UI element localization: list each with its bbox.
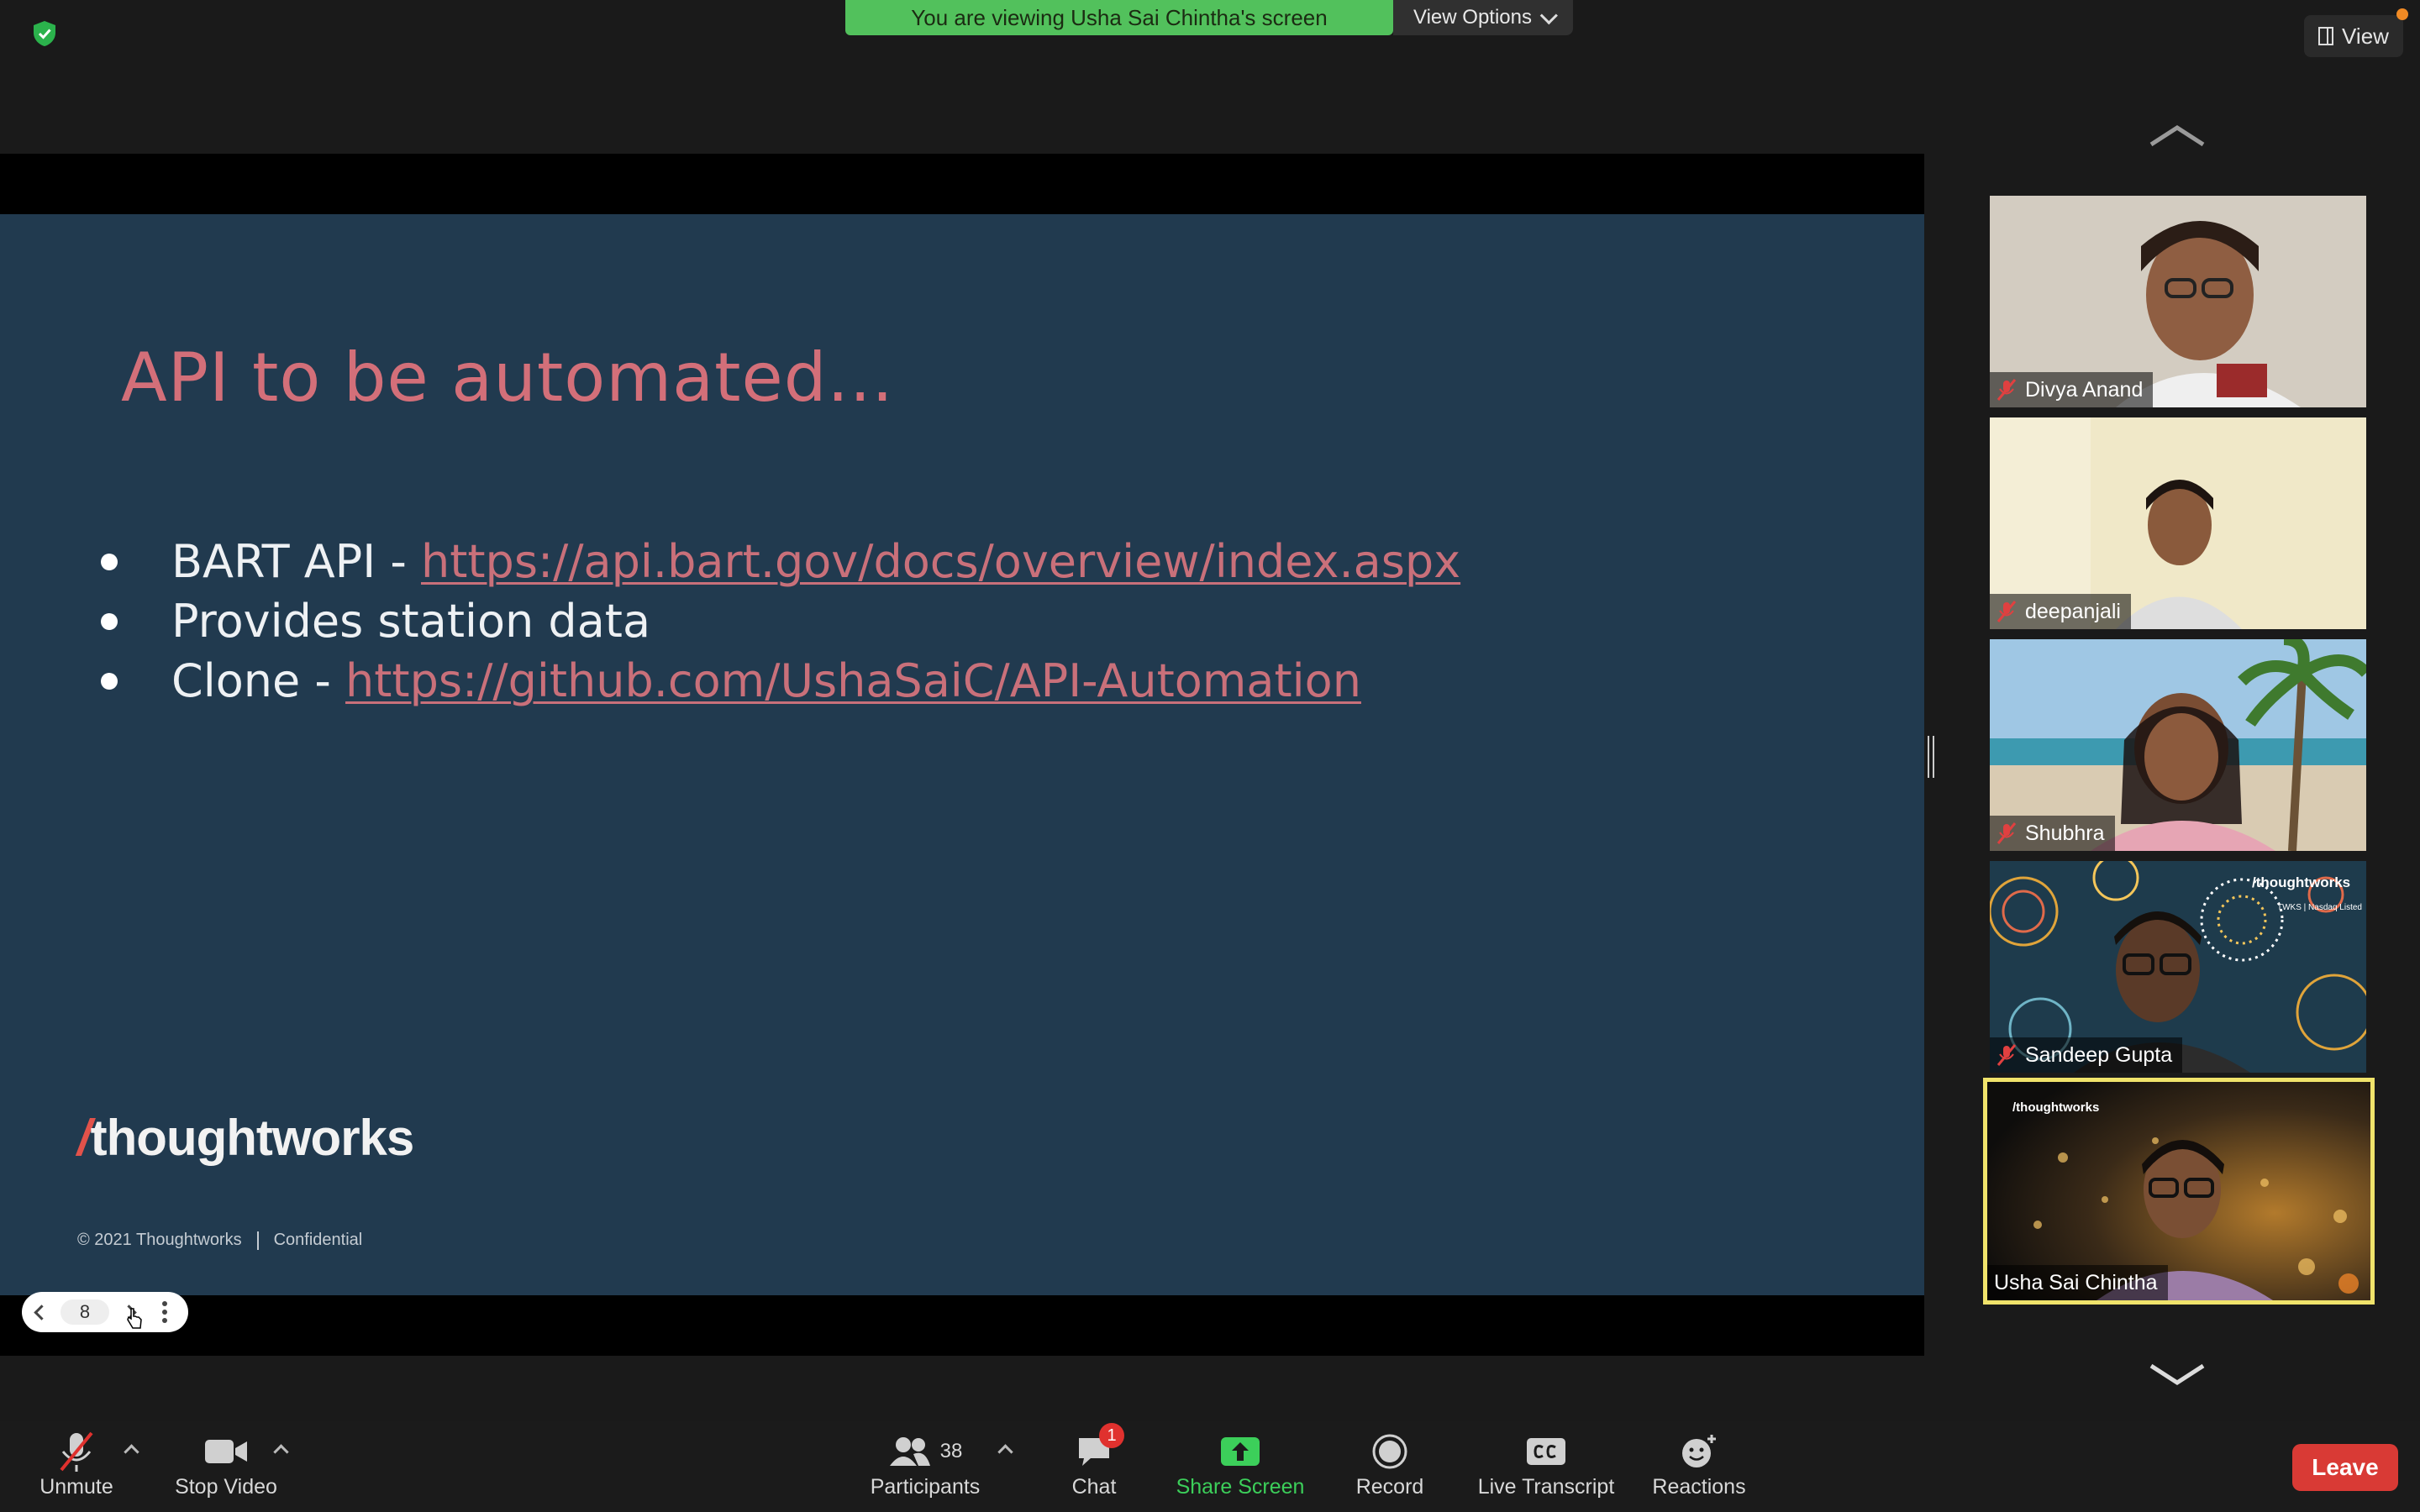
share-screen-button[interactable]: Share Screen bbox=[1173, 1428, 1307, 1499]
bullet-item: BART API - https://api.bart.gov/docs/ove… bbox=[101, 535, 1460, 588]
bullet-item: Provides station data bbox=[101, 595, 650, 648]
confidential-text: Confidential bbox=[273, 1231, 363, 1249]
participant-name-label: Usha Sai Chintha bbox=[1987, 1265, 2168, 1300]
stop-video-button[interactable]: Stop Video bbox=[171, 1428, 281, 1499]
video-camera-icon bbox=[205, 1440, 247, 1463]
reactions-smiley-icon bbox=[1682, 1435, 1716, 1467]
participant-tile[interactable]: Shubhra bbox=[1990, 639, 2366, 851]
participant-name-label: Divya Anand bbox=[1990, 372, 2154, 407]
participant-count: 38 bbox=[939, 1440, 963, 1462]
mic-muted-icon bbox=[1996, 1044, 2017, 1066]
chevron-down-icon bbox=[1539, 6, 1558, 24]
reactions-button[interactable]: Reactions bbox=[1649, 1428, 1749, 1499]
mic-muted-icon bbox=[60, 1431, 93, 1472]
letterbox-top bbox=[0, 154, 1924, 214]
view-label: View bbox=[2342, 23, 2389, 49]
tile-thoughtworks-logo: /thoughtworks bbox=[2012, 1100, 2100, 1115]
tile-twks-text: TWKS | Nasdaq Listed bbox=[2277, 903, 2362, 912]
participant-tile[interactable]: /thoughtworks TWKS | Nasdaq Listed Sande… bbox=[1990, 861, 2366, 1073]
chevron-left-icon bbox=[33, 1304, 50, 1320]
view-layout-button[interactable]: View bbox=[2304, 15, 2403, 57]
leave-button[interactable]: Leave bbox=[2292, 1444, 2398, 1491]
live-transcript-button[interactable]: Live Transcript bbox=[1472, 1428, 1620, 1499]
scroll-down-icon[interactable] bbox=[2148, 1362, 2207, 1388]
mic-muted-icon bbox=[1996, 822, 2017, 844]
bullet-icon bbox=[101, 672, 118, 690]
previous-slide-button[interactable] bbox=[22, 1292, 60, 1332]
security-shield-icon[interactable] bbox=[32, 20, 57, 47]
participant-name-label: Shubhra bbox=[1990, 816, 2115, 851]
viewing-screen-banner: You are viewing Usha Sai Chintha's scree… bbox=[845, 0, 1393, 35]
banner-text: You are viewing Usha Sai Chintha's scree… bbox=[911, 4, 1328, 30]
tile-thoughtworks-logo: /thoughtworks bbox=[2252, 874, 2351, 890]
participant-name-label: Sandeep Gupta bbox=[1990, 1037, 2183, 1073]
bullet-icon bbox=[101, 612, 118, 630]
participant-tile-active-speaker[interactable]: /thoughtworks Usha Sai Chintha bbox=[1983, 1078, 2375, 1305]
record-button[interactable]: Record bbox=[1348, 1428, 1432, 1499]
participant-name-label: deepanjali bbox=[1990, 594, 2131, 629]
layout-icon bbox=[2318, 27, 2334, 45]
bullet-text: Provides station data bbox=[171, 595, 651, 648]
github-repo-link[interactable]: https://github.com/UshaSaiC/API-Automati… bbox=[345, 654, 1361, 707]
slide-navigator: 8 bbox=[22, 1292, 188, 1332]
letterbox-bottom bbox=[0, 1295, 1924, 1356]
hand-cursor-icon bbox=[127, 1308, 142, 1329]
mic-muted-icon bbox=[1996, 379, 2017, 401]
closed-caption-icon bbox=[1527, 1438, 1565, 1465]
bullet-text: BART API - bbox=[171, 535, 421, 588]
participants-icon bbox=[889, 1437, 930, 1466]
notification-dot bbox=[2396, 8, 2408, 20]
footer-divider bbox=[256, 1231, 259, 1250]
view-options-label: View Options bbox=[1413, 6, 1532, 29]
thoughtworks-logo: /thoughtworks bbox=[77, 1110, 414, 1166]
share-screen-icon bbox=[1221, 1437, 1260, 1466]
slide-footer: © 2021 Thoughtworks Confidential bbox=[77, 1231, 362, 1250]
panel-resize-handle[interactable] bbox=[1928, 736, 1934, 778]
participant-tile[interactable]: Divya Anand bbox=[1990, 196, 2366, 407]
scroll-up-icon[interactable] bbox=[2148, 123, 2207, 148]
more-options-icon[interactable] bbox=[148, 1301, 182, 1323]
chat-button[interactable]: 1 Chat bbox=[1060, 1423, 1128, 1499]
bullet-icon bbox=[101, 553, 118, 570]
copyright-text: © 2021 Thoughtworks bbox=[77, 1231, 242, 1249]
view-options-button[interactable]: View Options bbox=[1393, 0, 1573, 35]
participant-tile[interactable]: deepanjali bbox=[1990, 417, 2366, 629]
participants-button[interactable]: 38 Participants bbox=[865, 1428, 985, 1499]
chat-unread-badge: 1 bbox=[1099, 1423, 1124, 1448]
shared-slide: API to be automated... BART API - https:… bbox=[0, 214, 1924, 1295]
bullet-item: Clone - https://github.com/UshaSaiC/API-… bbox=[101, 654, 1361, 707]
bullet-text: Clone - bbox=[171, 654, 346, 707]
slide-page-number[interactable]: 8 bbox=[60, 1299, 109, 1325]
mic-muted-icon bbox=[1996, 601, 2017, 622]
unmute-button[interactable]: Unmute bbox=[34, 1428, 119, 1499]
slide-title: API to be automated... bbox=[121, 339, 894, 417]
bart-api-link[interactable]: https://api.bart.gov/docs/overview/index… bbox=[421, 535, 1460, 588]
record-icon bbox=[1372, 1434, 1407, 1469]
